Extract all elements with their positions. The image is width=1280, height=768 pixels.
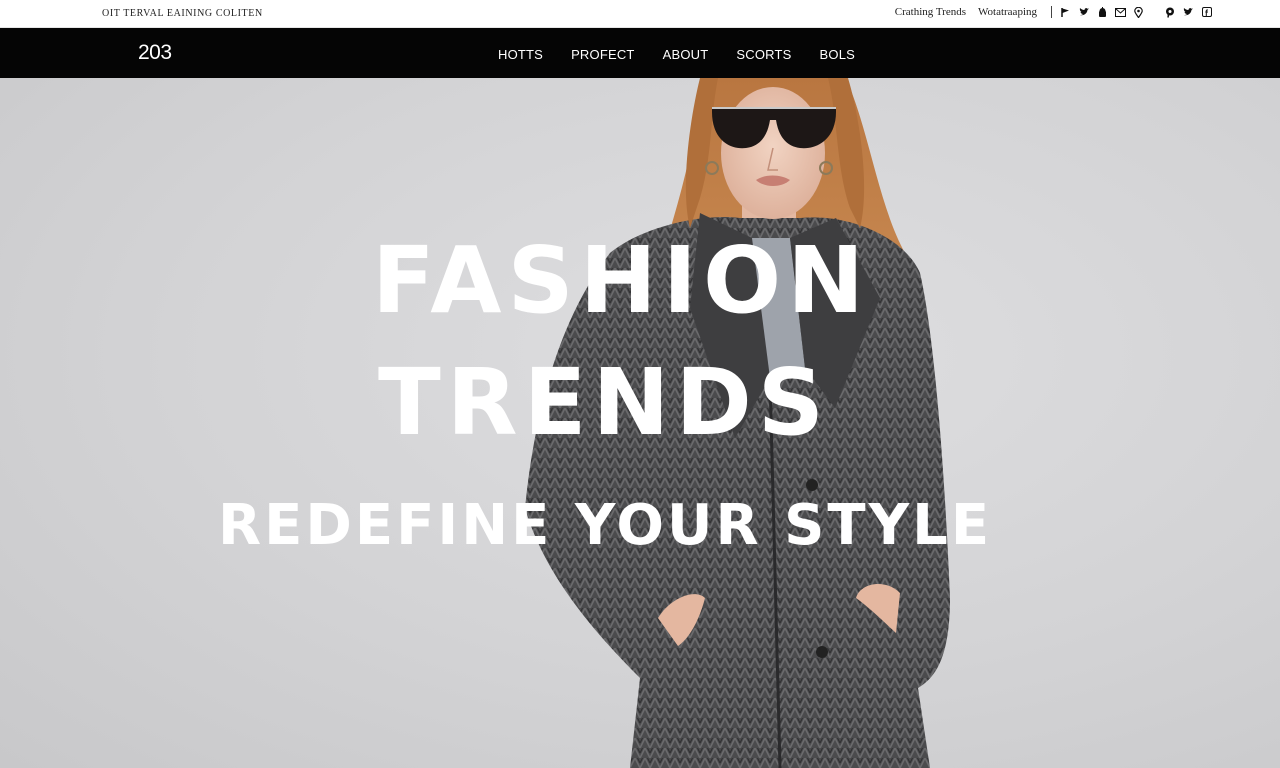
top-utility-bar: OIT TERVAL EAINING COLITEN Crathing Tren… (0, 0, 1280, 28)
nav-item-bols[interactable]: BOLS (820, 47, 855, 62)
hero-headline-line1: FASHION (372, 227, 871, 334)
hero-banner: FASHION TRENDS REDEFINE YOUR STYLE (0, 78, 1280, 768)
twitter-icon[interactable] (1183, 7, 1194, 17)
facebook-icon[interactable] (1202, 7, 1212, 17)
flag-icon[interactable] (1061, 7, 1071, 18)
twitter-icon[interactable] (1079, 7, 1090, 17)
nav-item-scorts[interactable]: SCORTS (736, 47, 791, 62)
site-logo[interactable]: 203 (138, 41, 172, 65)
pinterest-icon[interactable] (1165, 7, 1175, 18)
android-icon[interactable] (1098, 6, 1107, 18)
topbar-tagline: OIT TERVAL EAINING COLITEN (102, 8, 263, 19)
nav-item-hotts[interactable]: HOTTS (498, 47, 543, 62)
nav-menu: HOTTS PROFECT ABOUT SCORTS BOLS (498, 47, 855, 62)
top-link-wotatraaping[interactable]: Wotatraaping (978, 6, 1037, 18)
mail-icon[interactable] (1115, 7, 1126, 17)
topbar-right-group: Crathing Trends Wotatraaping (895, 6, 1212, 18)
nav-item-profect[interactable]: PROFECT (571, 47, 635, 62)
nav-item-about[interactable]: ABOUT (663, 47, 709, 62)
top-link-crathing-trends[interactable]: Crathing Trends (895, 6, 966, 18)
topbar-divider (1051, 6, 1052, 18)
location-pin-icon[interactable] (1134, 6, 1143, 18)
main-navbar: 203 HOTTS PROFECT ABOUT SCORTS BOLS (0, 28, 1280, 78)
hero-subtitle: REDEFINE YOUR STYLE (218, 493, 993, 558)
social-icons (1061, 6, 1212, 18)
hero-headline-line2: TRENDS (378, 349, 831, 456)
